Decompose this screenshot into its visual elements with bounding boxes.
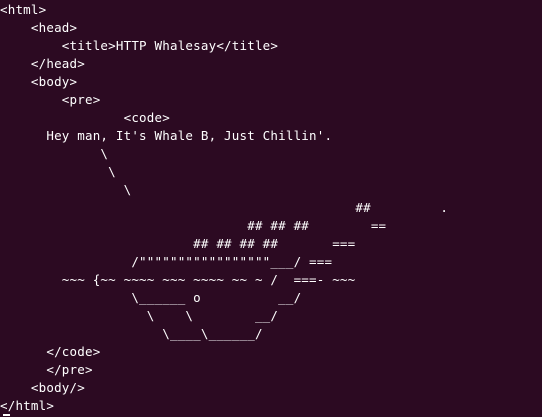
- output-line: <title>HTTP Whalesay</title>: [0, 38, 279, 53]
- output-line: \______ o __/: [0, 290, 302, 305]
- output-line: \: [0, 164, 116, 179]
- output-line: <body>: [0, 74, 78, 89]
- output-line: ~~~ {~~ ~~~~ ~~~ ~~~~ ~~ ~ / ===- ~~~: [0, 272, 356, 287]
- terminal-cursor: [3, 414, 10, 416]
- terminal-window[interactable]: <html> <head> <title>HTTP Whalesay</titl…: [0, 0, 542, 417]
- output-line: \ \ __/: [0, 308, 279, 323]
- output-line: \: [0, 182, 132, 197]
- output-line: <head>: [0, 20, 78, 35]
- output-line: \____\______/: [0, 326, 263, 341]
- output-line: </pre>: [0, 362, 93, 377]
- output-line: </code>: [0, 344, 101, 359]
- output-line: \: [0, 146, 109, 161]
- output-line: ## ## ## ## ===: [0, 236, 356, 251]
- output-line: <html>: [0, 2, 47, 17]
- terminal-output: <html> <head> <title>HTTP Whalesay</titl…: [0, 0, 542, 415]
- output-line: </head>: [0, 56, 85, 71]
- output-line: <pre>: [0, 92, 101, 107]
- output-line: ## ## ## ==: [0, 218, 387, 233]
- output-line: /"""""""""""""""""___/ ===: [0, 254, 333, 269]
- output-line: ## .: [0, 200, 449, 215]
- output-line: <body/>: [0, 380, 85, 395]
- output-line: Hey man, It's Whale B, Just Chillin'.: [0, 128, 333, 143]
- output-line: <code>: [0, 110, 170, 125]
- output-line: </html>: [0, 398, 55, 413]
